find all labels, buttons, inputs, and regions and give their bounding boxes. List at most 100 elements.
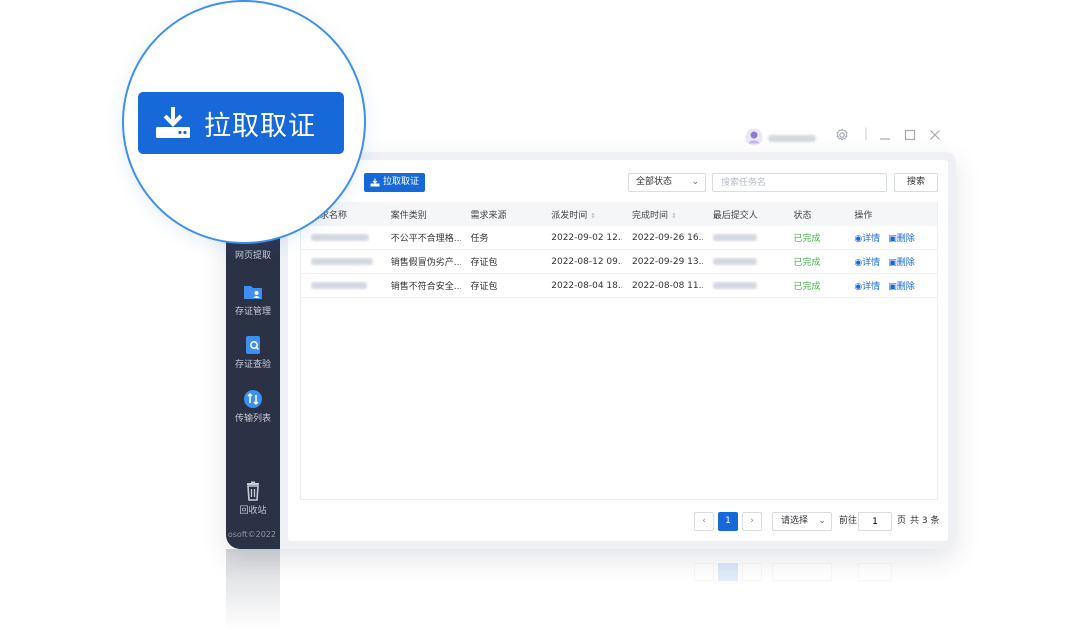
pagination: ‹ 1 › 请选择 ⌄ 前往 页 共 3 条	[288, 512, 948, 531]
cell-category: 销售不符合安全...	[390, 282, 461, 292]
cell-actions: ◉详情 ▣删除	[844, 231, 937, 244]
settings-button[interactable]	[835, 128, 849, 145]
sidebar-item-recycle-bin[interactable]: 回收站	[226, 481, 280, 517]
status-badge: 已完成	[793, 282, 821, 292]
goto-label: 前往	[839, 516, 858, 526]
sort-icon[interactable]: ⇕	[590, 212, 596, 220]
delete-link[interactable]: ▣删除	[888, 282, 915, 292]
next-page-button[interactable]: ›	[742, 512, 762, 531]
titlebar-divider: |	[864, 126, 869, 140]
cell-submitter	[703, 281, 784, 291]
column-header-sortable[interactable]: 完成时间 ⇕	[622, 208, 703, 221]
chevron-down-icon: ⌄	[818, 516, 826, 526]
maximize-icon	[904, 129, 916, 141]
app-window: 网页提取 存证管理 存证查验 传输列表 回收站 osoft©2022 拉取取证 …	[226, 152, 956, 549]
column-header: 需求来源	[470, 210, 507, 221]
close-button[interactable]	[929, 129, 941, 144]
trash-icon	[242, 481, 264, 501]
cell-submitter	[703, 257, 784, 267]
delete-link[interactable]: ▣删除	[888, 234, 915, 244]
pull-evidence-button-zoomed[interactable]: 拉取取证	[138, 92, 344, 154]
cell-actions: ◉详情 ▣删除	[844, 255, 937, 268]
user-avatar[interactable]	[745, 128, 763, 149]
page-number-current[interactable]: 1	[718, 512, 738, 531]
delete-link[interactable]: ▣删除	[888, 258, 915, 268]
cell-complete-time: 2022-09-26 16...	[632, 232, 703, 243]
column-header: 最后提交人	[712, 210, 758, 221]
cell-source: 任务	[470, 234, 489, 244]
window-reflection	[226, 549, 956, 630]
eye-icon: ◉	[854, 234, 863, 244]
table-row[interactable]: 销售不符合安全... 存证包 2022-08-04 18... 2022-08-…	[301, 274, 937, 298]
cell-complete-time: 2022-09-29 13...	[632, 256, 703, 267]
column-header: 操作	[854, 210, 873, 221]
status-badge: 已完成	[793, 234, 821, 244]
page-size-value: 请选择	[781, 516, 809, 526]
reflection-shape	[858, 563, 892, 581]
sidebar-item-evidence-manage[interactable]: 存证管理	[226, 282, 280, 318]
prev-page-button[interactable]: ‹	[694, 512, 714, 531]
cell-name	[301, 233, 381, 243]
sidebar-item-label: 存证管理	[234, 307, 271, 317]
total-count: 共 3 条	[910, 516, 940, 526]
pull-evidence-label: 拉取取证	[383, 177, 420, 187]
sort-icon[interactable]: ⇕	[671, 212, 677, 220]
eye-icon: ◉	[854, 282, 863, 292]
cell-category: 销售假冒伪劣产...	[390, 258, 461, 268]
trash-icon: ▣	[888, 234, 897, 244]
detail-link[interactable]: ◉详情	[854, 234, 880, 244]
maximize-button[interactable]	[904, 129, 916, 144]
minimize-icon	[880, 138, 890, 140]
page-size-select[interactable]: 请选择 ⌄	[772, 512, 832, 531]
page-unit-label: 页	[897, 516, 907, 526]
pull-evidence-label-zoomed: 拉取取证	[204, 110, 316, 142]
avatar-icon	[745, 128, 763, 146]
cell-name	[301, 281, 381, 291]
cell-complete-time: 2022-08-08 11...	[632, 280, 703, 291]
search-document-icon	[242, 335, 264, 355]
sidebar-item-evidence-verify[interactable]: 存证查验	[226, 335, 280, 371]
reflection-shape	[772, 563, 832, 581]
search-button[interactable]: 搜索	[894, 173, 938, 192]
task-search-input[interactable]	[712, 173, 887, 192]
detail-link[interactable]: ◉详情	[854, 282, 880, 292]
status-filter-select[interactable]: 全部状态 ⌄	[628, 173, 706, 192]
pull-evidence-button[interactable]: 拉取取证	[364, 173, 426, 192]
gear-icon	[836, 128, 848, 141]
folder-user-icon	[242, 282, 264, 302]
table-row[interactable]: 销售假冒伪劣产... 存证包 2022-08-12 09... 2022-09-…	[301, 250, 937, 274]
cell-actions: ◉详情 ▣删除	[844, 279, 937, 292]
column-header: 案件类别	[390, 210, 427, 221]
minimize-button[interactable]	[879, 127, 891, 144]
trash-icon: ▣	[888, 282, 897, 292]
sidebar-item-label: 回收站	[239, 506, 267, 516]
cell-submitter	[703, 233, 784, 243]
column-header: 状态	[793, 210, 812, 221]
chevron-down-icon: ⌄	[691, 177, 699, 187]
eye-icon: ◉	[854, 258, 863, 268]
sidebar-item-label: 存证查验	[234, 360, 271, 370]
cell-source: 存证包	[470, 258, 498, 268]
user-name	[768, 131, 816, 145]
sidebar-item-label: 网页提取	[234, 251, 271, 261]
column-header-sortable[interactable]: 派发时间 ⇕	[541, 208, 622, 221]
status-filter-value: 全部状态	[636, 177, 673, 187]
trash-icon: ▣	[888, 258, 897, 268]
reflection-sidebar	[226, 549, 280, 630]
sidebar-item-label: 传输列表	[234, 414, 271, 424]
sidebar-item-transfer-list[interactable]: 传输列表	[226, 389, 280, 425]
reflection-shape	[742, 563, 762, 581]
status-badge: 已完成	[793, 258, 821, 268]
goto-page-input[interactable]	[858, 512, 892, 531]
sidebar-item-web-extract[interactable]: 网页提取	[226, 250, 280, 262]
main-panel: 拉取取证 全部状态 ⌄ 搜索 需求名称 案件类别 需求来源 派发时间⇕ 完成时间…	[288, 160, 948, 541]
cell-category: 不公平不合理格...	[390, 234, 461, 244]
cell-dispatch-time: 2022-08-12 09...	[551, 256, 622, 267]
detail-link[interactable]: ◉详情	[854, 258, 880, 268]
column-header-label: 派发时间	[551, 210, 588, 221]
reflection-shape	[694, 563, 714, 581]
table-row[interactable]: 不公平不合理格... 任务 2022-09-02 12... 2022-09-2…	[301, 226, 937, 250]
task-table: 需求名称 案件类别 需求来源 派发时间 ⇕ 完成时间 ⇕ 最后提交人 状态 操作 不…	[300, 202, 938, 500]
transfer-icon	[242, 389, 264, 409]
cell-name	[301, 257, 381, 267]
